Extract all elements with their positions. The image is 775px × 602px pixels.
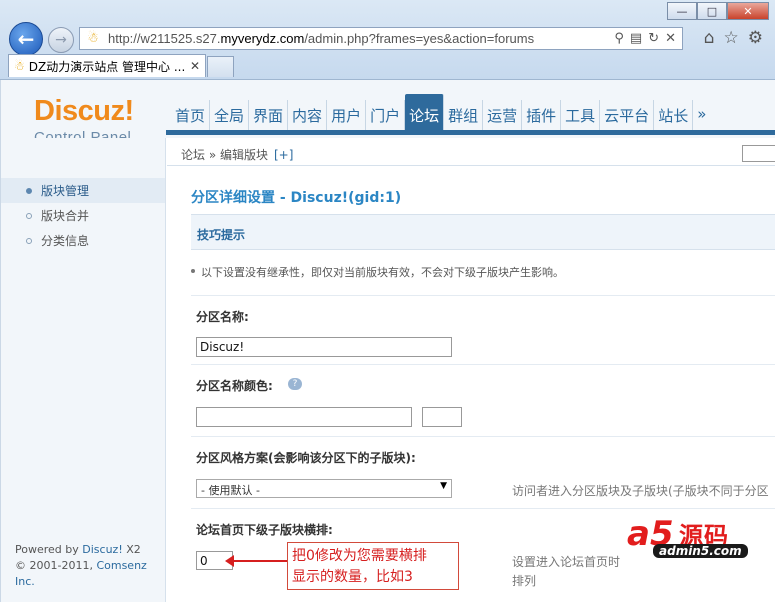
category-name-label: 分区名称: [196,310,249,324]
divider [191,295,775,296]
annotation-arrow-head-icon [225,555,234,567]
forward-arrow-icon: → [55,32,67,48]
main-content: 论坛 » 编辑版块 [+] 分区详细设置 - Discuz!(gid:1) 技巧提… [167,138,775,602]
bullet-icon [26,187,32,194]
browser-tools: ⌂ ☆ ⚙ [704,28,763,48]
nav-item-home[interactable]: 首页 [171,100,211,130]
style-scheme-hint: 访问者进入分区版块及子版块(子版块不同于分区 [512,484,769,498]
admin-page: Discuz! Control Panel 首页 全局 界面 内容 用户 门户 … [0,80,775,602]
browser-tab[interactable]: ☃ DZ动力演示站点 管理中心 ... ✕ [8,54,206,77]
sidebar-item-forum-merge[interactable]: 版块合并 [1,203,165,228]
sidebar-list: 版块管理 版块合并 分类信息 [1,178,165,253]
stop-icon[interactable]: ✕ [665,31,676,46]
page-title: 分区详细设置 - Discuz!(gid:1) [191,190,402,206]
sidebar-item-label: 版块合并 [41,209,90,223]
divider [191,364,775,365]
settings-gear-icon[interactable]: ⚙ [748,28,763,48]
nav-item-groups[interactable]: 群组 [444,100,484,130]
tab-title: DZ动力演示站点 管理中心 ... [28,59,185,74]
nav-item-founder[interactable]: 站长 [654,100,694,130]
nav-more-button[interactable]: » [693,100,710,130]
quick-search-input[interactable] [742,145,775,162]
tip-bullet-icon [191,269,195,273]
breadcrumb: 论坛 » 编辑版块 [+] [181,146,293,163]
subforum-columns-hint: 设置进入论坛首页时 [512,555,621,569]
tab-favicon-icon: ☃ [14,59,25,73]
discuz-link[interactable]: Discuz! [82,543,122,556]
sidebar-item-label: 版块管理 [41,184,90,198]
compat-view-icon[interactable]: ▤ [630,31,642,46]
address-tools: ⚲ ▤ ↻ ✕ [614,31,682,46]
refresh-icon[interactable]: ↻ [648,31,659,46]
main-nav: 首页 全局 界面 内容 用户 门户 论坛 群组 运营 插件 工具 云平台 站长 … [171,94,710,130]
logo-text: Discuz! [34,95,134,127]
annotation-arrow [230,560,287,562]
home-icon[interactable]: ⌂ [704,28,715,48]
site-favicon-icon: ☃ [87,30,99,46]
close-window-button[interactable]: ✕ [727,2,769,20]
style-selected-value: - 使用默认 - [201,484,260,497]
annotation-callout: 把0修改为您需要横排 显示的数量，比如3 [287,542,459,590]
sidebar: 版块管理 版块合并 分类信息 Powered by Discuz! X2 © 2… [1,138,166,602]
forward-button[interactable]: → [48,27,74,53]
favorites-star-icon[interactable]: ☆ [724,28,739,48]
tips-text: 以下设置没有继承性，即仅对当前版块有效，不会对下级子版块产生影响。 [201,266,564,279]
bullet-icon [26,212,32,219]
nav-item-cloud[interactable]: 云平台 [600,100,655,130]
tips-title: 技巧提示 [197,228,246,242]
nav-item-users[interactable]: 用户 [327,100,367,130]
maximize-button[interactable]: □ [697,2,727,20]
nav-item-plugins[interactable]: 插件 [522,100,562,130]
admin-header: Discuz! Control Panel 首页 全局 界面 内容 用户 门户 … [1,80,775,146]
nav-item-portal[interactable]: 门户 [366,100,406,130]
nav-item-tools[interactable]: 工具 [561,100,601,130]
back-button[interactable]: ← [9,22,43,56]
style-scheme-select[interactable]: - 使用默认 - ▼ [196,479,452,498]
nav-item-forum[interactable]: 论坛 [405,94,445,130]
tab-close-icon[interactable]: ✕ [185,59,205,73]
address-url[interactable]: http://w211525.s27.myverydz.com/admin.ph… [108,31,614,46]
divider [191,508,775,509]
window-controls: — □ ✕ [667,2,769,20]
category-color-input[interactable] [196,407,412,427]
nav-underline [166,130,775,135]
nav-item-content[interactable]: 内容 [288,100,328,130]
style-scheme-label: 分区风格方案(会影响该分区下的子版块): [196,451,416,465]
copyright: © 2001-2011, Comsenz Inc. [15,559,147,588]
subforum-columns-label: 论坛首页下级子版块横排: [196,523,333,537]
sidebar-item-label: 分类信息 [41,234,90,248]
category-color-label: 分区名称颜色: [196,379,273,393]
nav-item-operations[interactable]: 运营 [483,100,523,130]
back-arrow-icon: ← [17,27,35,51]
category-name-input[interactable]: Discuz! [196,337,452,357]
breadcrumb-text: 论坛 » 编辑版块 [181,148,268,162]
help-bubble-icon[interactable]: ? [288,378,302,390]
watermark-url: admin5.com [653,544,748,558]
sidebar-footer: Powered by Discuz! X2 © 2001-2011, Comse… [15,542,165,590]
new-tab-button[interactable] [207,56,234,77]
add-button[interactable]: [+] [274,148,293,162]
a5-watermark: a5 源码 admin5.com [627,514,773,566]
subforum-columns-hint-2: 排列 [512,574,537,588]
annotation-line-1: 把0修改为您需要横排 [292,548,427,564]
sidebar-item-category-info[interactable]: 分类信息 [1,228,165,253]
dropdown-arrow-icon: ▼ [440,481,447,491]
browser-chrome: — □ ✕ ← → ☃ http://w211525.s27.myverydz.… [0,0,775,80]
nav-item-global[interactable]: 全局 [210,100,250,130]
nav-item-interface[interactable]: 界面 [249,100,289,130]
bullet-icon [26,237,32,244]
color-picker-button[interactable] [422,407,462,427]
sidebar-item-forum-manage[interactable]: 版块管理 [1,178,165,203]
divider [191,436,775,437]
address-bar[interactable]: ☃ http://w211525.s27.myverydz.com/admin.… [79,27,683,50]
breadcrumb-bar: 论坛 » 编辑版块 [+] [167,138,775,166]
minimize-button[interactable]: — [667,2,697,20]
annotation-line-2: 显示的数量，比如3 [292,569,413,585]
tips-header: 技巧提示 [191,214,775,250]
powered-by: Powered by Discuz! X2 [15,543,141,556]
search-icon[interactable]: ⚲ [614,31,624,46]
